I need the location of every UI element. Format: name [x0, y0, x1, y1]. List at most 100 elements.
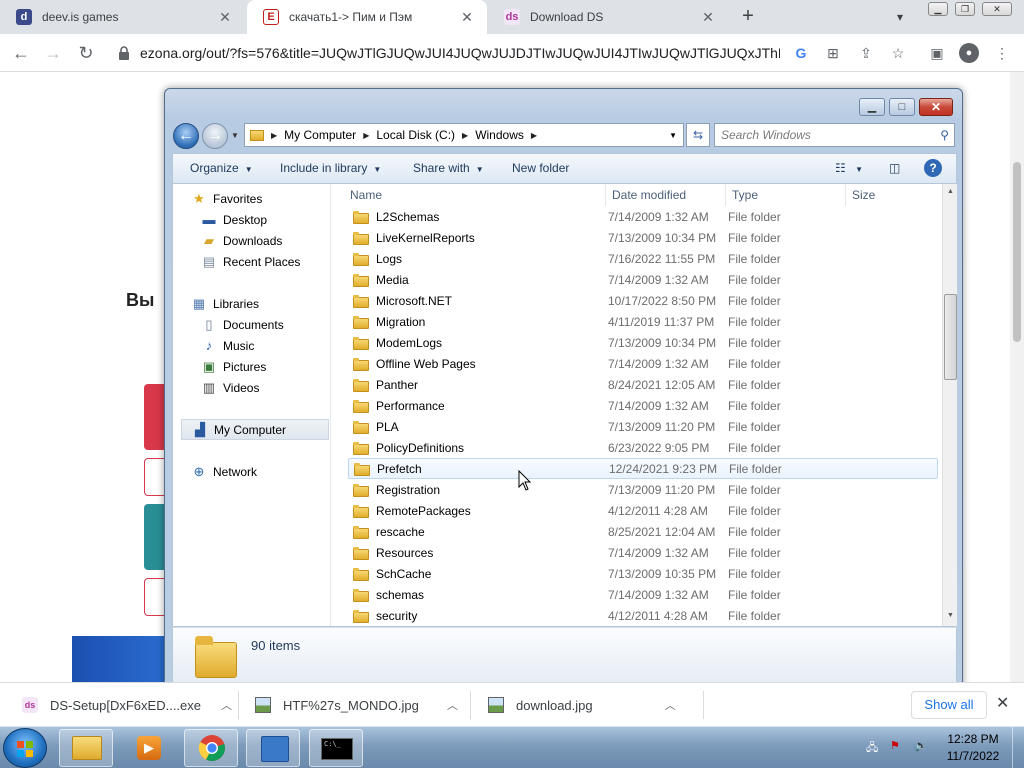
share-icon[interactable]: ⇪: [857, 44, 875, 62]
profile-avatar-icon[interactable]: ●: [959, 43, 979, 63]
include-in-library-button[interactable]: Include in library ▼: [280, 161, 381, 175]
file-row[interactable]: security 4/12/2011 4:28 AM File folder: [348, 605, 938, 626]
chevron-up-icon[interactable]: ︿: [665, 697, 676, 713]
help-icon[interactable]: ?: [924, 159, 942, 177]
view-options-icon[interactable]: ☷ ▼: [835, 161, 863, 175]
bookmark-star-icon[interactable]: ☆: [889, 44, 907, 62]
nav-videos[interactable]: ▥ Videos: [201, 377, 260, 398]
explorer-back-button[interactable]: ←: [173, 123, 199, 149]
file-row[interactable]: Panther 8/24/2021 12:05 AM File folder: [348, 374, 938, 395]
start-button[interactable]: [3, 728, 47, 768]
close-tab-icon[interactable]: ✕: [459, 9, 475, 25]
chevron-up-icon[interactable]: ︿: [221, 697, 232, 713]
back-button[interactable]: ←: [8, 40, 34, 66]
nav-desktop[interactable]: ▬ Desktop: [201, 209, 268, 230]
download-item[interactable]: download.jpg ︿: [488, 683, 698, 727]
google-icon[interactable]: G: [792, 44, 810, 62]
restore-window-button[interactable]: ❐: [955, 2, 975, 16]
breadcrumb-arrow-icon[interactable]: ▶: [363, 131, 369, 140]
explorer-address-bar[interactable]: ▶ My Computer ▶ Local Disk (C:) ▶ Window…: [244, 123, 684, 147]
page-scrollbar[interactable]: [1010, 72, 1024, 682]
breadcrumb-my-computer[interactable]: My Computer: [284, 128, 356, 142]
nav-music[interactable]: ♪ Music: [201, 335, 255, 356]
file-row[interactable]: Registration 7/13/2009 11:20 PM File folde…: [348, 479, 938, 500]
column-header-size[interactable]: Size: [846, 184, 942, 206]
file-row[interactable]: Microsoft.NET 10/17/2022 8:50 PM File fold…: [348, 290, 938, 311]
file-row[interactable]: Media 7/14/2009 1:32 AM File folder: [348, 269, 938, 290]
file-row[interactable]: PLA 7/13/2009 11:20 PM File folder: [348, 416, 938, 437]
close-downloads-bar-icon[interactable]: ✕: [996, 693, 1009, 713]
nav-favorites[interactable]: ★ Favorites: [191, 188, 262, 209]
scroll-up-arrow-icon[interactable]: ▲: [945, 188, 956, 195]
close-tab-icon[interactable]: ✕: [700, 9, 716, 25]
menu-kebab-icon[interactable]: ⋮: [993, 44, 1011, 62]
file-row[interactable]: Logs 7/16/2022 11:55 PM File folder: [348, 248, 938, 269]
column-header-type[interactable]: Type: [726, 184, 846, 206]
translate-icon[interactable]: ⊞: [824, 44, 842, 62]
nav-libraries[interactable]: ▦ Libraries: [191, 293, 259, 314]
download-item[interactable]: ds DS-Setup[DxF6xED....exe ︿: [22, 683, 232, 727]
chevron-up-icon[interactable]: ︿: [447, 697, 458, 713]
explorer-refresh-button[interactable]: ⇆: [686, 123, 710, 147]
show-all-button[interactable]: Show all: [911, 691, 987, 719]
volume-icon[interactable]: 🔈: [914, 739, 928, 752]
file-row[interactable]: PolicyDefinitions 6/23/2022 9:05 PM File f…: [348, 437, 938, 458]
new-tab-button[interactable]: +: [737, 6, 759, 28]
forward-button[interactable]: →: [40, 40, 66, 66]
dialog-close-button[interactable]: ✕: [919, 98, 953, 116]
scroll-down-arrow-icon[interactable]: ▼: [945, 612, 956, 619]
search-icon[interactable]: ⚲: [940, 128, 949, 142]
nav-network[interactable]: ⊕ Network: [191, 461, 257, 482]
close-tab-icon[interactable]: ✕: [217, 9, 233, 25]
taskbar-clock[interactable]: 12:28 PM 11/7/2022: [940, 731, 1006, 765]
share-with-button[interactable]: Share with ▼: [413, 161, 484, 175]
reload-button[interactable]: ↻: [73, 40, 99, 66]
taskbar-cmd-button[interactable]: C:\_: [309, 729, 363, 767]
column-header-name[interactable]: Name: [332, 184, 606, 206]
side-panel-icon[interactable]: ▣: [928, 44, 946, 62]
close-window-button[interactable]: ✕: [982, 2, 1012, 16]
file-row[interactable]: LiveKernelReports 7/13/2009 10:34 PM File …: [348, 227, 938, 248]
address-dropdown-icon[interactable]: ▼: [669, 131, 677, 140]
column-header-date[interactable]: Date modified: [606, 184, 726, 206]
nav-pictures[interactable]: ▣ Pictures: [201, 356, 267, 377]
explorer-forward-button[interactable]: →: [202, 123, 228, 149]
breadcrumb-arrow-icon[interactable]: ▶: [462, 131, 468, 140]
action-center-flag-icon[interactable]: ⚑: [890, 739, 900, 752]
dialog-maximize-button[interactable]: □: [889, 98, 915, 116]
tab-download-ds[interactable]: ds Download DS ✕: [488, 0, 728, 34]
breadcrumb-local-disk[interactable]: Local Disk (C:): [376, 128, 455, 142]
file-row[interactable]: rescache 8/25/2021 12:04 AM File folder: [348, 521, 938, 542]
recent-pages-dropdown-icon[interactable]: ▼: [231, 131, 239, 140]
show-desktop-button[interactable]: [1012, 727, 1024, 769]
file-row[interactable]: Migration 4/11/2019 11:37 PM File folder: [348, 311, 938, 332]
download-item[interactable]: HTF%27s_MONDO.jpg ︿: [255, 683, 465, 727]
file-row[interactable]: schemas 7/14/2009 1:32 AM File folder: [348, 584, 938, 605]
nav-my-computer[interactable]: ▟ My Computer: [181, 419, 329, 440]
file-row[interactable]: RemotePackages 4/12/2011 4:28 AM File fold…: [348, 500, 938, 521]
file-list-scrollbar[interactable]: ▲ ▼: [942, 184, 957, 626]
new-folder-button[interactable]: New folder: [512, 161, 569, 175]
taskbar-explorer-button[interactable]: [59, 729, 113, 767]
nav-recent-places[interactable]: ▤ Recent Places: [201, 251, 301, 272]
nav-downloads[interactable]: ▰ Downloads: [201, 230, 282, 251]
minimize-window-button[interactable]: ▁: [928, 2, 948, 16]
file-row[interactable]: Performance 7/14/2009 1:32 AM File folder: [348, 395, 938, 416]
file-row[interactable]: ModemLogs 7/13/2009 10:34 PM File folder: [348, 332, 938, 353]
tab-search-chevron-icon[interactable]: ▾: [897, 10, 903, 24]
page-scrollbar-thumb[interactable]: [1013, 162, 1021, 342]
network-tray-icon[interactable]: 🖧: [866, 739, 878, 758]
file-list-scrollbar-thumb[interactable]: [944, 294, 957, 380]
file-row[interactable]: Offline Web Pages 7/14/2009 1:32 AM File f…: [348, 353, 938, 374]
explorer-search-input[interactable]: Search Windows ⚲: [714, 123, 955, 147]
taskbar-control-panel-button[interactable]: [246, 729, 300, 767]
file-row[interactable]: L2Schemas 7/14/2009 1:32 AM File folder: [348, 206, 938, 227]
file-row[interactable]: SchCache 7/13/2009 10:35 PM File folder: [348, 563, 938, 584]
breadcrumb-windows[interactable]: Windows: [475, 128, 524, 142]
preview-pane-icon[interactable]: ◫: [889, 161, 900, 175]
dialog-minimize-button[interactable]: ▁: [859, 98, 885, 116]
breadcrumb-arrow-icon[interactable]: ▶: [531, 131, 537, 140]
file-row[interactable]: Prefetch 12/24/2021 9:23 PM File folder: [348, 458, 938, 479]
taskbar-media-player-button[interactable]: ▶: [121, 729, 175, 767]
file-row[interactable]: Resources 7/14/2009 1:32 AM File folder: [348, 542, 938, 563]
